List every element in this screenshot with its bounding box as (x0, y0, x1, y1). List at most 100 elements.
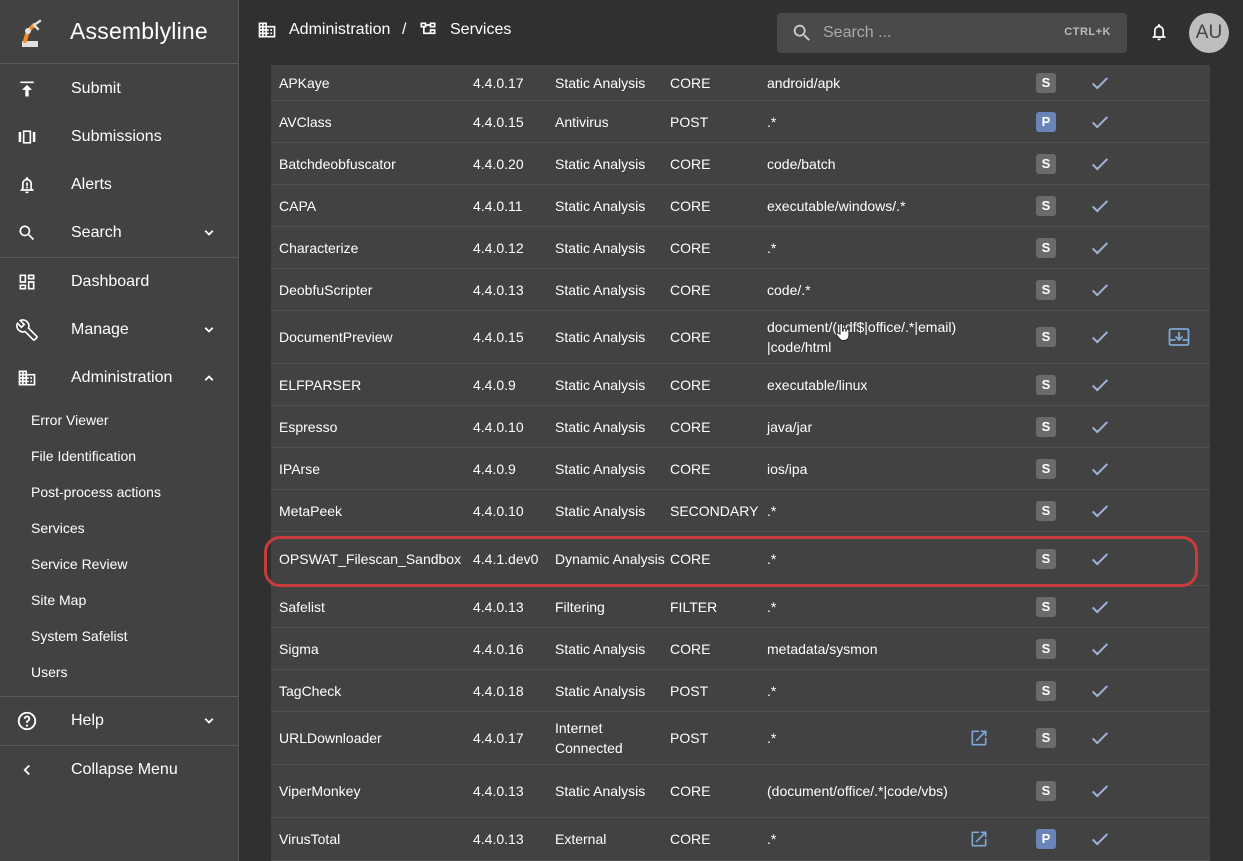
download-update-icon[interactable] (1167, 326, 1191, 348)
privilege-badge-cell: S (1036, 712, 1056, 764)
service-version-text: 4.4.0.17 (473, 74, 524, 91)
nav-dashboard[interactable]: Dashboard (0, 258, 238, 306)
table-row[interactable]: Characterize 4.4.0.12 Static Analysis CORE.… (271, 227, 1210, 269)
service-name: Espresso (279, 406, 469, 447)
check-icon (1091, 462, 1109, 475)
table-row[interactable]: Espresso 4.4.0.10 Static Analysis CORE java/… (271, 406, 1210, 448)
service-version: 4.4.0.12 (473, 227, 553, 268)
service-name: VirusTotal (279, 818, 469, 860)
service-category: Static Analysis (555, 143, 667, 184)
assemblyline-logo-icon (22, 19, 42, 47)
update-cell[interactable] (1167, 311, 1191, 363)
table-row[interactable]: OPSWAT_Filescan_Sandbox 4.4.1.dev0 Dynamic… (271, 532, 1210, 586)
table-row[interactable]: ELFPARSER 4.4.0.9 Static Analysis CORE execu… (271, 364, 1210, 406)
table-row[interactable]: TagCheck 4.4.0.18 Static Analysis POST .* S (271, 670, 1210, 712)
service-category: Static Analysis (555, 628, 667, 669)
service-stage: CORE (670, 818, 765, 860)
privilege-badge: P (1036, 829, 1056, 849)
service-name-text: MetaPeek (279, 502, 343, 519)
service-stage: CORE (670, 765, 765, 817)
table-row[interactable]: MetaPeek 4.4.0.10 Static Analysis SECONDARY… (271, 490, 1210, 532)
nav-manage[interactable]: Manage (0, 306, 238, 354)
table-row[interactable]: DeobfuScripter 4.4.0.13 Static Analysis COR… (271, 269, 1210, 311)
user-avatar[interactable]: AU (1189, 13, 1229, 53)
service-version-text: 4.4.0.16 (473, 640, 524, 657)
service-category-text: Antivirus (555, 113, 609, 130)
privilege-badge: S (1036, 279, 1056, 300)
open-in-new-icon[interactable] (969, 728, 989, 748)
external-link-cell[interactable] (969, 818, 989, 860)
table-row[interactable]: DocumentPreview 4.4.0.15 Static Analysis CO… (271, 311, 1210, 364)
table-row[interactable]: Sigma 4.4.0.16 Static Analysis CORE metadata… (271, 628, 1210, 670)
collapse-menu-button[interactable]: Collapse Menu (0, 746, 238, 794)
service-version: 4.4.0.13 (473, 818, 553, 860)
table-row[interactable]: AVClass 4.4.0.15 Antivirus POST .* P (271, 101, 1210, 143)
admin-item-system-safelist[interactable]: System Safelist (0, 618, 238, 654)
notification-bell-icon[interactable] (1149, 21, 1169, 43)
service-stage: CORE (670, 65, 765, 100)
check-icon (1091, 785, 1109, 798)
table-row[interactable]: CAPA 4.4.0.11 Static Analysis CORE executabl… (271, 185, 1210, 227)
nav-search[interactable]: Search (0, 209, 238, 257)
privilege-badge-cell: S (1036, 65, 1056, 100)
service-name: URLDownloader (279, 712, 469, 764)
privilege-badge: S (1036, 72, 1056, 93)
check-icon (1091, 157, 1109, 170)
service-category: Static Analysis (555, 269, 667, 310)
service-version-text: 4.4.0.10 (473, 502, 524, 519)
service-stage: POST (670, 712, 765, 764)
service-stage-text: CORE (670, 329, 711, 345)
table-row[interactable]: VirusTotal 4.4.0.13 External CORE .* P (271, 818, 1210, 861)
dashboard-icon (16, 271, 38, 293)
service-version: 4.4.0.13 (473, 586, 553, 627)
table-row[interactable]: Safelist 4.4.0.13 Filtering FILTER .* S (271, 586, 1210, 628)
search-input[interactable] (823, 24, 1043, 42)
service-name: OPSWAT_Filescan_Sandbox (279, 532, 469, 585)
table-row[interactable]: Batchdeobfuscator 4.4.0.20 Static Analysis… (271, 143, 1210, 185)
privilege-badge-cell: S (1036, 269, 1056, 310)
service-version-text: 4.4.0.9 (473, 376, 516, 393)
nav-search-label: Search (71, 224, 122, 241)
service-category-text: Static Analysis (555, 74, 646, 91)
hand-cursor-icon (835, 322, 850, 341)
privilege-badge-cell: S (1036, 406, 1056, 447)
admin-item-site-map[interactable]: Site Map (0, 582, 238, 618)
table-row[interactable]: URLDownloader 4.4.0.17 Internet Connected P… (271, 712, 1210, 765)
check-icon (1091, 76, 1109, 89)
chevron-left-icon (16, 759, 38, 781)
admin-item-services[interactable]: Services (0, 510, 238, 546)
breadcrumb-administration[interactable]: Administration (257, 20, 390, 40)
external-link-cell[interactable] (969, 712, 989, 764)
service-accepts-text: document/(pdf$|office/.*|email)|code/htm… (767, 319, 957, 355)
service-accepts-text: (document/office/.*|code/vbs) (767, 783, 948, 799)
admin-item-service-review[interactable]: Service Review (0, 546, 238, 582)
service-version-text: 4.4.0.17 (473, 730, 524, 746)
service-name: Batchdeobfuscator (279, 143, 469, 184)
service-version: 4.4.0.10 (473, 490, 553, 531)
global-search[interactable]: CTRL+K (777, 13, 1127, 53)
service-version: 4.4.0.9 (473, 448, 553, 489)
admin-item-post-process-actions[interactable]: Post-process actions (0, 474, 238, 510)
nav-administration[interactable]: Administration (0, 354, 238, 402)
table-row[interactable]: IPArse 4.4.0.9 Static Analysis CORE ios/ipa S (271, 448, 1210, 490)
enabled-cell (1089, 227, 1111, 268)
nav-submit[interactable]: Submit (0, 65, 238, 113)
service-category: External (555, 818, 667, 860)
service-accepts: .* (767, 101, 957, 142)
admin-item-users[interactable]: Users (0, 654, 238, 690)
nav-alerts[interactable]: Alerts (0, 161, 238, 209)
service-version-text: 4.4.0.20 (473, 155, 524, 172)
services-table: APKaye 4.4.0.17 Static Analysis CORE android… (271, 65, 1210, 861)
admin-item-error-viewer[interactable]: Error Viewer (0, 402, 238, 438)
enabled-cell (1089, 490, 1111, 531)
service-version-text: 4.4.1.dev0 (473, 550, 539, 567)
admin-item-file-identification[interactable]: File Identification (0, 438, 238, 474)
check-icon (1091, 331, 1109, 344)
nav-help[interactable]: Help (0, 697, 238, 745)
table-row[interactable]: ViperMonkey 4.4.0.13 Static Analysis CORE (d… (271, 765, 1210, 818)
brand[interactable]: Assemblyline (0, 0, 238, 64)
privilege-badge: S (1036, 781, 1056, 801)
table-row[interactable]: APKaye 4.4.0.17 Static Analysis CORE android… (271, 65, 1210, 101)
open-in-new-icon[interactable] (969, 829, 989, 849)
nav-submissions[interactable]: Submissions (0, 113, 238, 161)
